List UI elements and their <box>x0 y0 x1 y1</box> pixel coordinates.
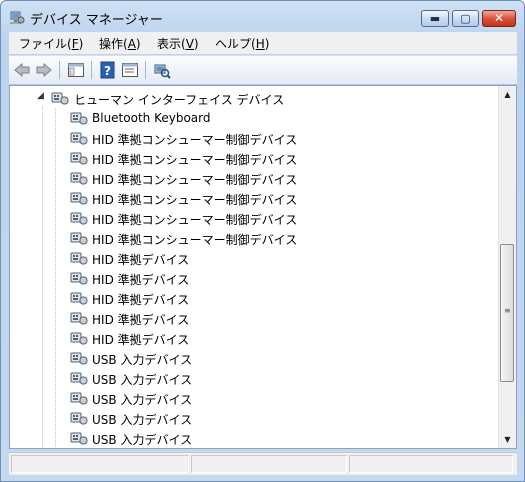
status-pane <box>349 455 513 473</box>
toolbar: ? <box>9 55 517 85</box>
hid-category-icon <box>51 92 69 105</box>
tree-item-label: HID 準拠デバイス <box>92 253 190 267</box>
status-bar <box>9 452 517 475</box>
tree-guide-line <box>55 108 56 448</box>
tree-item-label: HID 準拠デバイス <box>92 333 190 347</box>
scroll-up-icon[interactable]: ▲ <box>499 86 516 103</box>
tree-item-label: HID 準拠デバイス <box>92 293 190 307</box>
menu-bar: ファイル(F) 操作(A) 表示(V) ヘルプ(H) <box>9 32 517 54</box>
device-tree[interactable]: ◢ ヒューマン インターフェイス デバイス Bluetooth Keyboard… <box>9 85 517 449</box>
properties-icon[interactable] <box>121 61 139 79</box>
tree-item-label: USB 入力デバイス <box>92 353 193 367</box>
maximize-button[interactable]: ▢ <box>452 10 479 27</box>
hid-device-icon <box>70 412 88 425</box>
status-pane <box>11 455 189 473</box>
hid-device-icon <box>70 272 88 285</box>
hid-device-icon <box>70 332 88 345</box>
hid-device-icon <box>70 112 88 125</box>
close-button[interactable]: ✕ <box>482 10 516 27</box>
forward-arrow-icon[interactable] <box>35 61 53 79</box>
device-manager-window: デバイス マネージャー ▬ ▢ ✕ ファイル(F) 操作(A) 表示(V) ヘル… <box>0 0 525 482</box>
tree-item-label: Bluetooth Keyboard <box>92 111 211 125</box>
show-hide-console-tree-icon[interactable] <box>67 61 85 79</box>
minimize-icon: ▬ <box>429 12 441 25</box>
tree-item-label: HID 準拠コンシューマー制御デバイス <box>92 153 298 167</box>
hid-device-icon <box>70 432 88 445</box>
tree-item-label: HID 準拠デバイス <box>92 313 190 327</box>
hid-device-icon <box>70 312 88 325</box>
tree-item-label: HID 準拠コンシューマー制御デバイス <box>92 193 298 207</box>
hid-device-icon <box>70 372 88 385</box>
svg-text:?: ? <box>104 64 111 78</box>
collapse-arrow-icon[interactable]: ◢ <box>37 91 44 101</box>
help-icon[interactable]: ? <box>99 61 117 79</box>
hid-device-icon <box>70 152 88 165</box>
hid-device-icon <box>70 212 88 225</box>
hid-device-icon <box>70 192 88 205</box>
vertical-scrollbar[interactable]: ▲ ≡ ▼ <box>498 86 516 448</box>
menu-file[interactable]: ファイル(F) <box>19 35 83 52</box>
toolbar-separator <box>59 61 60 79</box>
tree-group-label: ヒューマン インターフェイス デバイス <box>74 93 285 107</box>
tree-item-label: USB 入力デバイス <box>92 393 193 407</box>
toolbar-separator <box>145 61 146 79</box>
tree-item-label: HID 準拠コンシューマー制御デバイス <box>92 133 298 147</box>
menu-help[interactable]: ヘルプ(H) <box>215 35 269 52</box>
minimize-button[interactable]: ▬ <box>421 10 449 27</box>
menu-action[interactable]: 操作(A) <box>99 35 141 52</box>
scroll-down-icon[interactable]: ▼ <box>499 431 516 448</box>
tree-item-label: HID 準拠デバイス <box>92 273 190 287</box>
tree-item-label: USB 入力デバイス <box>92 433 193 447</box>
device-manager-icon <box>10 11 25 24</box>
back-arrow-icon[interactable] <box>13 61 31 79</box>
title-bar[interactable]: デバイス マネージャー ▬ ▢ ✕ <box>1 1 524 31</box>
window-title: デバイス マネージャー <box>30 13 163 28</box>
status-pane <box>191 455 347 473</box>
hid-device-icon <box>70 232 88 245</box>
scrollbar-thumb[interactable]: ≡ <box>500 244 514 382</box>
hid-device-icon <box>70 252 88 265</box>
hid-device-icon <box>70 172 88 185</box>
close-icon: ✕ <box>493 11 505 25</box>
tree-item-label: USB 入力デバイス <box>92 373 193 387</box>
tree-guide-line <box>42 106 43 448</box>
hid-device-icon <box>70 292 88 305</box>
scan-hardware-icon[interactable] <box>153 61 171 79</box>
tree-item-label: HID 準拠コンシューマー制御デバイス <box>92 233 298 247</box>
tree-item-label: USB 入力デバイス <box>92 413 193 427</box>
maximize-icon: ▢ <box>460 12 471 25</box>
toolbar-separator <box>91 61 92 79</box>
hid-device-icon <box>70 392 88 405</box>
tree-item-label: HID 準拠コンシューマー制御デバイス <box>92 213 298 227</box>
grip-icon: ≡ <box>504 306 511 315</box>
menu-view[interactable]: 表示(V) <box>157 35 199 52</box>
hid-device-icon <box>70 132 88 145</box>
hid-device-icon <box>70 352 88 365</box>
tree-item-label: HID 準拠コンシューマー制御デバイス <box>92 173 298 187</box>
